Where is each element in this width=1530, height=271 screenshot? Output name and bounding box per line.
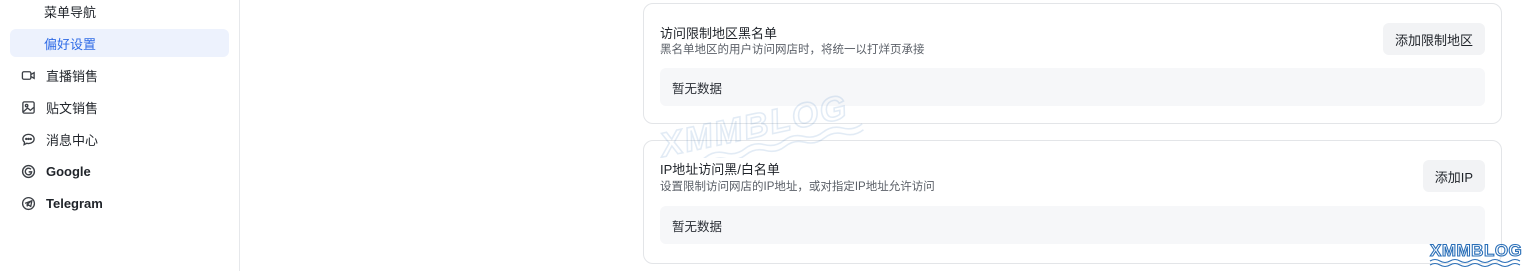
sidebar-item-google[interactable]: Google	[10, 157, 229, 185]
telegram-icon	[19, 194, 37, 212]
add-restricted-region-button[interactable]: 添加限制地区	[1382, 23, 1485, 55]
sidebar-item-telegram[interactable]: Telegram	[10, 189, 229, 217]
sidebar-item-label: 贴文销售	[46, 100, 99, 116]
sidebar-item-label: 直播销售	[46, 68, 99, 84]
sidebar-item-label: 菜单导航	[44, 4, 97, 20]
sidebar: 菜单导航 偏好设置 直播销售 贴文销售 消息中心 Google Telegram	[0, 0, 240, 271]
empty-state: 暂无数据	[660, 68, 1485, 106]
card-title: IP地址访问黑/白名单	[660, 162, 780, 177]
image-post-icon	[19, 98, 37, 116]
sidebar-item-label: 消息中心	[46, 132, 99, 148]
sidebar-item-message-center[interactable]: 消息中心	[10, 125, 229, 153]
sidebar-item-label: Telegram	[46, 195, 103, 211]
corner-logo-text: XMMBLOG	[1430, 241, 1522, 260]
sidebar-item-label: Google	[46, 163, 91, 179]
empty-state-text: 暂无数据	[672, 219, 723, 234]
corner-logo: XMMBLOG	[1429, 240, 1522, 268]
google-icon	[19, 162, 37, 180]
add-ip-button[interactable]: 添加IP	[1422, 160, 1485, 192]
empty-state-text: 暂无数据	[672, 81, 723, 96]
card-description: 黑名单地区的用户访问网店时，将统一以打烊页承接	[660, 44, 925, 56]
chat-bubble-icon	[19, 130, 37, 148]
card-description: 设置限制访问网店的IP地址，或对指定IP地址允许访问	[660, 181, 935, 193]
sidebar-item-live-sales[interactable]: 直播销售	[10, 61, 229, 89]
sidebar-item-label: 偏好设置	[44, 36, 97, 52]
empty-state: 暂无数据	[660, 206, 1485, 244]
card-title: 访问限制地区黑名单	[660, 26, 778, 41]
video-camera-icon	[19, 66, 37, 84]
sidebar-item-post-sales[interactable]: 贴文销售	[10, 93, 229, 121]
ip-list-card: IP地址访问黑/白名单 设置限制访问网店的IP地址，或对指定IP地址允许访问 添…	[643, 140, 1502, 264]
region-blacklist-card: 访问限制地区黑名单 黑名单地区的用户访问网店时，将统一以打烊页承接 添加限制地区…	[643, 3, 1502, 124]
sidebar-item-preferences[interactable]: 偏好设置	[10, 29, 229, 57]
sidebar-item-menu-navigation[interactable]: 菜单导航	[10, 0, 229, 25]
